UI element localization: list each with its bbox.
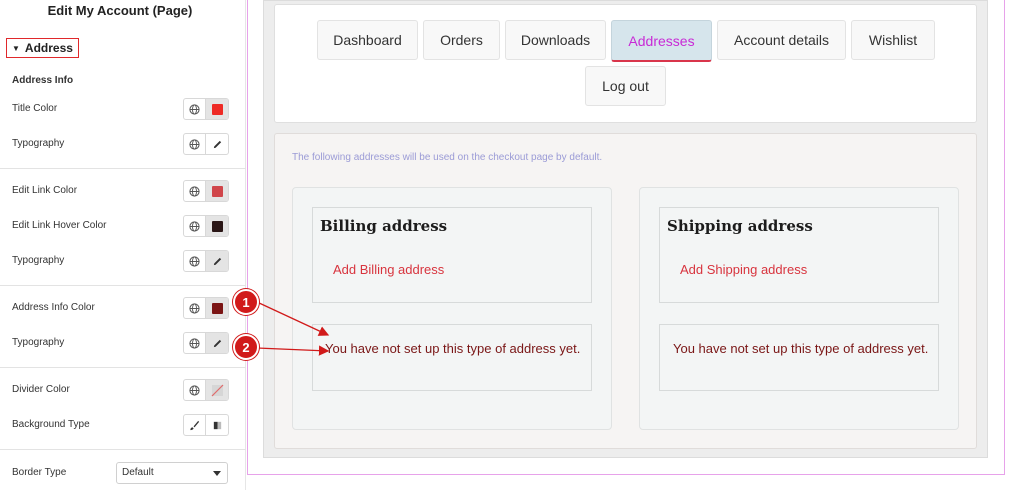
annotation-arrows [256, 301, 330, 356]
annotation-arrow-1 [256, 301, 330, 336]
annotation-badge-2: 2 [233, 334, 259, 360]
annotation-badge-1: 1 [233, 289, 259, 315]
annotation-arrow-2 [256, 345, 330, 356]
